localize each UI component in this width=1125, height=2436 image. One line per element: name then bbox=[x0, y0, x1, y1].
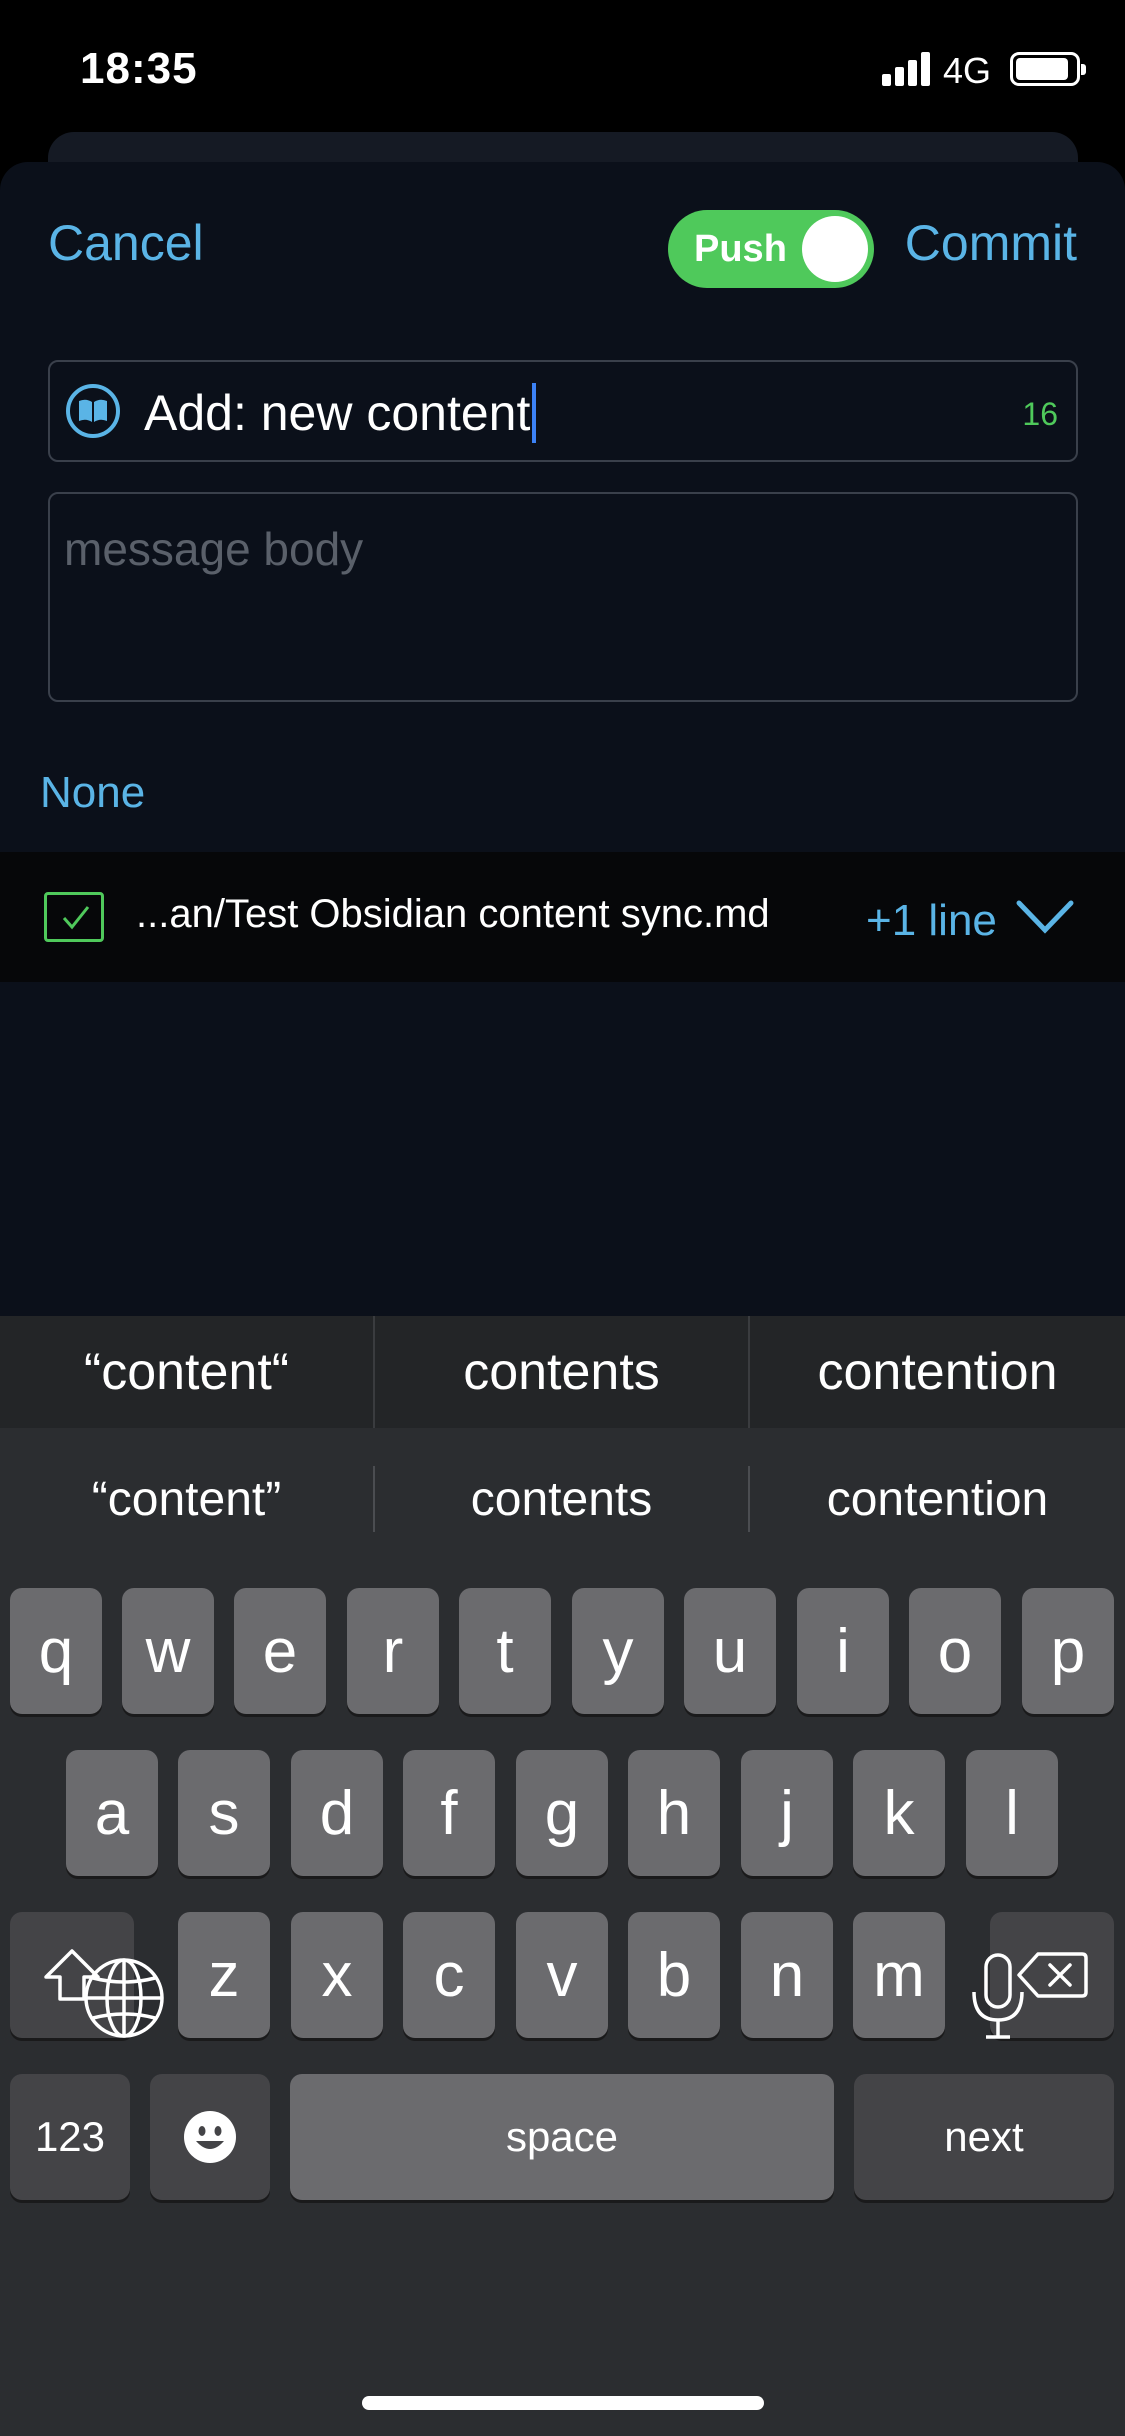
checkbox-checked-icon[interactable] bbox=[44, 892, 104, 942]
keyboard: “content“ contents contention “content” … bbox=[0, 1316, 1125, 2436]
suggestion-item[interactable]: contention bbox=[750, 1462, 1125, 1536]
commit-title-input[interactable]: Add: new content bbox=[144, 382, 537, 443]
emoji-key[interactable] bbox=[150, 2074, 270, 2200]
key-a[interactable]: a bbox=[66, 1750, 158, 1876]
push-toggle[interactable]: Push bbox=[668, 210, 874, 288]
book-icon[interactable] bbox=[66, 384, 120, 438]
key-n[interactable]: n bbox=[741, 1912, 833, 2038]
key-b[interactable]: b bbox=[628, 1912, 720, 2038]
next-key[interactable]: next bbox=[854, 2074, 1114, 2200]
status-time: 18:35 bbox=[80, 44, 198, 93]
battery-icon bbox=[1010, 52, 1086, 86]
key-z[interactable]: z bbox=[178, 1912, 270, 2038]
key-u[interactable]: u bbox=[684, 1588, 776, 1714]
commit-button[interactable]: Commit bbox=[905, 214, 1077, 272]
key-e[interactable]: e bbox=[234, 1588, 326, 1714]
signal-icon bbox=[882, 52, 932, 86]
commit-body-field[interactable]: message body bbox=[48, 492, 1078, 702]
text-caret bbox=[532, 382, 537, 443]
key-w[interactable]: w bbox=[122, 1588, 214, 1714]
key-d[interactable]: d bbox=[291, 1750, 383, 1876]
commit-title-value: Add: new content bbox=[144, 385, 531, 441]
suggestion-bar-top: “content“ contents contention bbox=[0, 1316, 1125, 1428]
numbers-key[interactable]: 123 bbox=[10, 2074, 130, 2200]
cancel-button[interactable]: Cancel bbox=[48, 214, 204, 272]
key-s[interactable]: s bbox=[178, 1750, 270, 1876]
key-f[interactable]: f bbox=[403, 1750, 495, 1876]
suggestion-item[interactable]: “content“ bbox=[0, 1316, 373, 1428]
suggestion-item[interactable]: contents bbox=[375, 1316, 748, 1428]
file-row[interactable]: ...an/Test Obsidian content sync.md +1 l… bbox=[0, 852, 1125, 982]
key-x[interactable]: x bbox=[291, 1912, 383, 2038]
key-l[interactable]: l bbox=[966, 1750, 1058, 1876]
push-toggle-label: Push bbox=[694, 228, 787, 270]
select-none-button[interactable]: None bbox=[40, 768, 145, 818]
key-o[interactable]: o bbox=[909, 1588, 1001, 1714]
commit-title-field[interactable]: Add: new content 16 bbox=[48, 360, 1078, 462]
commit-body-placeholder: message body bbox=[64, 523, 364, 575]
key-y[interactable]: y bbox=[572, 1588, 664, 1714]
file-path: ...an/Test Obsidian content sync.md bbox=[136, 892, 770, 936]
push-toggle-knob bbox=[802, 216, 868, 282]
key-v[interactable]: v bbox=[516, 1912, 608, 2038]
key-g[interactable]: g bbox=[516, 1750, 608, 1876]
globe-icon[interactable] bbox=[82, 1956, 166, 2045]
space-key[interactable]: space bbox=[290, 2074, 834, 2200]
key-t[interactable]: t bbox=[459, 1588, 551, 1714]
key-k[interactable]: k bbox=[853, 1750, 945, 1876]
status-bar: 18:35 4G bbox=[0, 0, 1125, 140]
suggestion-item[interactable]: “content” bbox=[0, 1462, 373, 1536]
key-h[interactable]: h bbox=[628, 1750, 720, 1876]
key-p[interactable]: p bbox=[1022, 1588, 1114, 1714]
key-c[interactable]: c bbox=[403, 1912, 495, 2038]
key-m[interactable]: m bbox=[853, 1912, 945, 2038]
suggestion-item[interactable]: contention bbox=[750, 1316, 1125, 1428]
suggestion-item[interactable]: contents bbox=[375, 1462, 748, 1536]
key-r[interactable]: r bbox=[347, 1588, 439, 1714]
home-indicator[interactable] bbox=[362, 2396, 764, 2410]
key-j[interactable]: j bbox=[741, 1750, 833, 1876]
microphone-icon[interactable] bbox=[966, 1952, 1030, 2047]
character-count: 16 bbox=[1022, 396, 1058, 432]
commit-sheet: Cancel Push Commit Add: new content 16 m… bbox=[0, 162, 1125, 1316]
emoji-icon bbox=[184, 2111, 236, 2163]
key-q[interactable]: q bbox=[10, 1588, 102, 1714]
file-changes[interactable]: +1 line bbox=[866, 896, 997, 946]
network-type: 4G bbox=[943, 50, 992, 91]
chevron-down-icon[interactable] bbox=[1016, 900, 1074, 939]
key-i[interactable]: i bbox=[797, 1588, 889, 1714]
